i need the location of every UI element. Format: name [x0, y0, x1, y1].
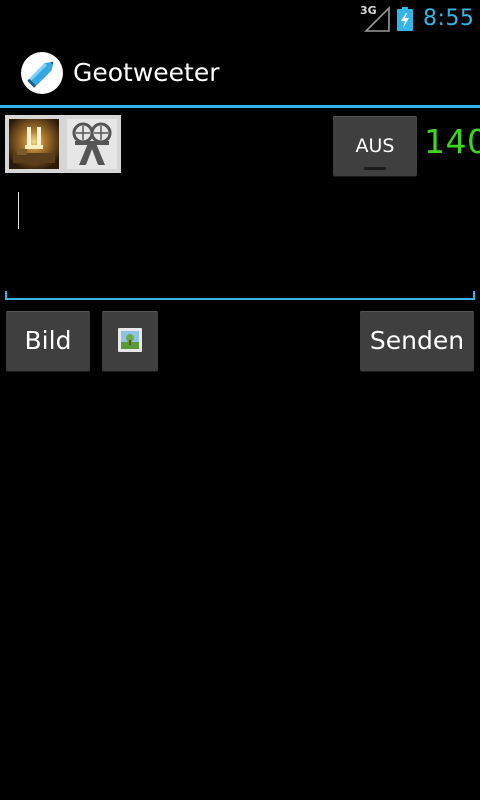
action-bar: Geotweeter [0, 38, 480, 108]
input-edge-left [5, 291, 7, 300]
text-cursor [18, 192, 19, 229]
account-avatar-1[interactable] [5, 115, 63, 173]
account-avatars[interactable] [5, 115, 121, 173]
character-counter: 140 [424, 122, 480, 161]
toggle-indicator [364, 167, 386, 170]
bild-button[interactable]: Bild [6, 311, 90, 371]
input-edge-right [473, 291, 475, 300]
clock: 8:55 [423, 6, 475, 31]
pencil-app-icon[interactable] [20, 51, 64, 95]
picture-icon [118, 328, 142, 352]
image-preview-button[interactable] [102, 311, 158, 371]
status-bar: 3G 8:55 [0, 0, 480, 38]
aus-toggle-button[interactable]: AUS [333, 116, 417, 176]
aus-toggle-label: AUS [355, 135, 395, 157]
battery-charging-icon [397, 7, 413, 31]
senden-button[interactable]: Senden [360, 311, 474, 371]
app-title: Geotweeter [73, 58, 220, 87]
signal-icon [364, 6, 390, 32]
tweet-text-input[interactable] [5, 183, 475, 300]
account-avatar-2[interactable] [63, 115, 121, 173]
